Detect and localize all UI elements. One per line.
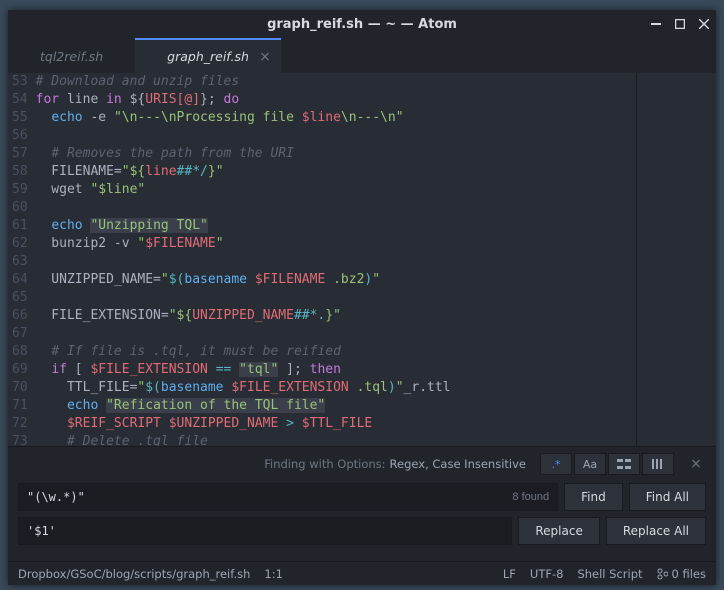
status-cursor[interactable]: 1:1: [264, 567, 283, 581]
line-number: 67: [12, 325, 28, 343]
line-number: 73: [12, 433, 28, 446]
line-number: 56: [12, 127, 28, 145]
status-git[interactable]: 0 files: [657, 567, 706, 581]
line-number: 55: [12, 109, 28, 127]
status-encoding[interactable]: UTF-8: [530, 567, 564, 581]
find-button[interactable]: Find: [564, 483, 623, 511]
statusbar: Dropbox/GSoC/blog/scripts/graph_reif.sh …: [8, 561, 716, 585]
code-line[interactable]: [36, 253, 636, 271]
line-number: 59: [12, 181, 28, 199]
line-number: 65: [12, 289, 28, 307]
line-number: 60: [12, 199, 28, 217]
code-line[interactable]: bunzip2 -v "$FILENAME": [36, 235, 636, 253]
minimize-button[interactable]: [648, 17, 664, 31]
code-line[interactable]: # Removes the path from the URI: [36, 145, 636, 163]
tabbar: tql2reif.sh graph_reif.sh ×: [8, 38, 716, 73]
line-number: 66: [12, 307, 28, 325]
replace-input-value: '$1': [27, 524, 56, 538]
find-replace-panel: Finding with Options: Regex, Case Insens…: [8, 446, 716, 561]
code-line[interactable]: [36, 289, 636, 307]
code-line[interactable]: FILENAME="${line##*/}": [36, 163, 636, 181]
find-info: Finding with Options: Regex, Case Insens…: [18, 453, 706, 475]
line-number: 62: [12, 235, 28, 253]
app-window: graph_reif.sh — ~ — Atom tql2reif.sh gra…: [8, 10, 716, 585]
window-title: graph_reif.sh — ~ — Atom: [267, 17, 457, 32]
code-line[interactable]: wget "$line": [36, 181, 636, 199]
code-line[interactable]: # If file is .tql, it must be reified: [36, 343, 636, 361]
line-number: 70: [12, 379, 28, 397]
status-path[interactable]: Dropbox/GSoC/blog/scripts/graph_reif.sh: [18, 567, 250, 581]
editor[interactable]: 5354555657585960616263646566676869707172…: [8, 73, 716, 446]
line-number: 64: [12, 271, 28, 289]
status-grammar[interactable]: Shell Script: [577, 567, 642, 581]
find-count: 8 found: [512, 491, 549, 503]
whole-word-toggle[interactable]: [642, 453, 674, 475]
selection-toggle[interactable]: [608, 453, 640, 475]
case-toggle[interactable]: Aa: [574, 453, 606, 475]
replace-all-button[interactable]: Replace All: [606, 517, 706, 545]
line-number: 61: [12, 217, 28, 235]
find-option-buttons: .* Aa: [540, 453, 674, 475]
line-number: 58: [12, 163, 28, 181]
replace-input[interactable]: '$1': [18, 517, 512, 545]
tab-label: tql2reif.sh: [40, 49, 103, 64]
titlebar: graph_reif.sh — ~ — Atom: [8, 10, 716, 38]
code-line[interactable]: [36, 199, 636, 217]
line-number: 69: [12, 361, 28, 379]
code-line[interactable]: FILE_EXTENSION="${UNZIPPED_NAME##*.}": [36, 307, 636, 325]
line-number: 54: [12, 91, 28, 109]
code-line[interactable]: [36, 127, 636, 145]
code-line[interactable]: [36, 325, 636, 343]
minimap[interactable]: [636, 73, 716, 446]
code-line[interactable]: if [ $FILE_EXTENSION == "tql" ]; then: [36, 361, 636, 379]
find-info-prefix: Finding with Options:: [264, 457, 385, 471]
find-row: "(\w.*)" 8 found Find Find All: [18, 483, 706, 511]
code-line[interactable]: echo "Refication of the TQL file": [36, 397, 636, 415]
code-line[interactable]: $REIF_SCRIPT $UNZIPPED_NAME > $TTL_FILE: [36, 415, 636, 433]
regex-toggle[interactable]: .*: [540, 453, 572, 475]
close-window-button[interactable]: [696, 17, 712, 31]
code-line[interactable]: UNZIPPED_NAME="$(basename $FILENAME .bz2…: [36, 271, 636, 289]
code-line[interactable]: echo "Unzipping TQL": [36, 217, 636, 235]
code-line[interactable]: # Delete .tql file: [36, 433, 636, 446]
tab-label: graph_reif.sh: [167, 49, 249, 64]
find-options-text: Regex, Case Insensitive: [390, 457, 526, 471]
find-input-value: "(\w.*)": [27, 490, 85, 504]
line-number: 71: [12, 397, 28, 415]
find-all-button[interactable]: Find All: [629, 483, 706, 511]
code-line[interactable]: for line in ${URIS[@]}; do: [36, 91, 636, 109]
code-line[interactable]: # Download and unzip files: [36, 73, 636, 91]
line-number: 72: [12, 415, 28, 433]
tab-graph-reif[interactable]: graph_reif.sh ×: [135, 38, 281, 73]
close-tab-icon[interactable]: ×: [259, 49, 271, 65]
replace-button[interactable]: Replace: [518, 517, 599, 545]
find-input[interactable]: "(\w.*)" 8 found: [18, 483, 558, 511]
window-controls: [648, 10, 712, 38]
line-number: 53: [12, 73, 28, 91]
selection-icon: [617, 459, 631, 469]
line-number: 63: [12, 253, 28, 271]
tab-tql2reif[interactable]: tql2reif.sh: [8, 40, 135, 73]
git-icon: [657, 568, 668, 580]
line-number: 57: [12, 145, 28, 163]
code-line[interactable]: echo -e "\n---\nProcessing file $line\n-…: [36, 109, 636, 127]
status-eol[interactable]: LF: [503, 567, 516, 581]
code-area[interactable]: # Download and unzip filesfor line in ${…: [36, 73, 636, 446]
replace-row: '$1' Replace Replace All: [18, 517, 706, 545]
code-line[interactable]: TTL_FILE="$(basename $FILE_EXTENSION .tq…: [36, 379, 636, 397]
gutter: 5354555657585960616263646566676869707172…: [8, 73, 36, 446]
line-number: 68: [12, 343, 28, 361]
wholeword-icon: [651, 458, 665, 470]
maximize-button[interactable]: [672, 17, 688, 31]
close-find-panel-icon[interactable]: ×: [686, 454, 706, 474]
